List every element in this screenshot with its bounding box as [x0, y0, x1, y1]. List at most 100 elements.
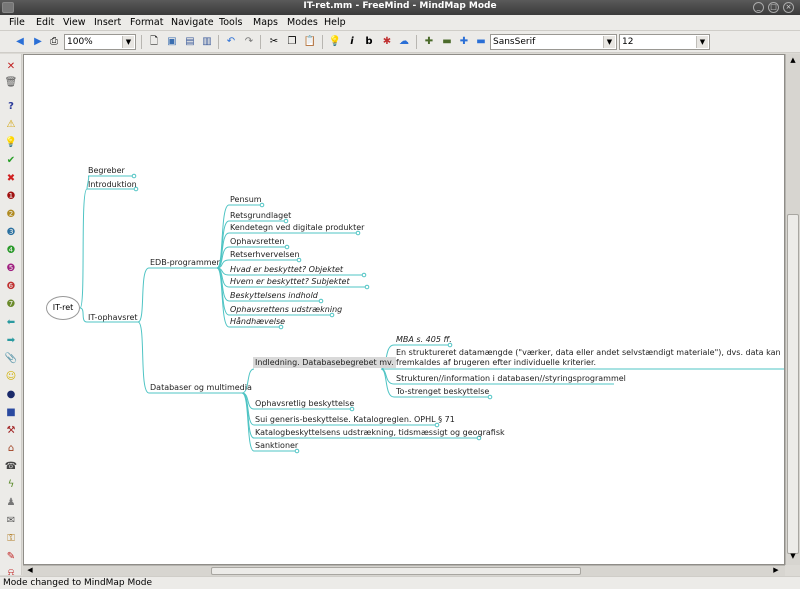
node-edb-child[interactable]: Retsgrundlaget: [230, 211, 291, 220]
paperclip-icon[interactable]: 📎: [4, 352, 18, 366]
color-icon[interactable]: ✱: [380, 35, 394, 49]
close-icon[interactable]: ×: [783, 2, 794, 13]
phone-icon[interactable]: ☎: [4, 460, 18, 474]
group-icon[interactable]: ♟: [4, 496, 18, 510]
menu-modes[interactable]: Modes: [287, 17, 318, 28]
menu-edit[interactable]: Edit: [36, 17, 54, 28]
node-edb-child[interactable]: Hvem er beskyttet? Subjektet: [230, 277, 350, 286]
bold-icon[interactable]: b: [362, 35, 376, 49]
cut-icon[interactable]: ✂: [267, 35, 281, 49]
home-icon[interactable]: ⌂: [4, 442, 18, 456]
zoom-in-icon[interactable]: ✚: [422, 35, 436, 49]
copy-icon[interactable]: ❐: [285, 35, 299, 49]
node-struktureret-line2[interactable]: fremkaldes af brugeren efter individuell…: [396, 358, 596, 367]
priority-3-icon[interactable]: ❸: [4, 226, 18, 240]
zoom-select[interactable]: 100% ▼: [64, 34, 136, 50]
save-icon[interactable]: ▤: [183, 35, 197, 49]
node-db-child[interactable]: Ophavsretlig beskyttelse: [255, 399, 354, 408]
font-family-select[interactable]: SansSerif ▼: [490, 34, 617, 50]
fold-marker[interactable]: [364, 284, 370, 290]
menu-insert[interactable]: Insert: [94, 17, 121, 28]
back-icon[interactable]: ◀: [13, 35, 27, 49]
remove-icon[interactable]: ✕: [4, 60, 18, 74]
checkmark-icon[interactable]: ✔: [4, 154, 18, 168]
priority-7-icon[interactable]: ❼: [4, 298, 18, 312]
node-edb-child[interactable]: Kendetegn ved digitale produkter: [230, 223, 364, 232]
fold-marker[interactable]: [318, 298, 324, 304]
node-struktureret-line1[interactable]: En struktureret datamængde ("værker, dat…: [396, 348, 781, 357]
node-introduktion[interactable]: Introduktion: [88, 180, 137, 189]
node-to-strenget[interactable]: To-strenget beskyttelse: [396, 387, 489, 396]
node-db-child[interactable]: Katalogbeskyttelsens udstrækning, tidsmæ…: [255, 428, 505, 437]
node-mba[interactable]: MBA s. 405 ff.: [396, 335, 452, 344]
priority-4-icon[interactable]: ❹: [4, 244, 18, 258]
undo-icon[interactable]: ↶: [224, 35, 238, 49]
font-size-select[interactable]: 12 ▼: [619, 34, 710, 50]
menu-maps[interactable]: Maps: [253, 17, 278, 28]
node-edb-child[interactable]: Hvad er beskyttet? Objektet: [230, 265, 343, 274]
priority-1-icon[interactable]: ❶: [4, 190, 18, 204]
paste-icon[interactable]: 📋: [303, 35, 317, 49]
fold-marker[interactable]: [284, 244, 290, 250]
print-icon[interactable]: ⎙: [47, 35, 61, 49]
smiley-icon[interactable]: ☺: [4, 370, 18, 384]
chevron-down-icon[interactable]: ▼: [696, 36, 708, 48]
idea-icon[interactable]: 💡: [4, 136, 18, 150]
cloud-icon[interactable]: ☁: [397, 35, 411, 49]
bomb-icon[interactable]: ●: [4, 388, 18, 402]
priority-2-icon[interactable]: ❷: [4, 208, 18, 222]
fold-marker[interactable]: [131, 173, 137, 179]
scroll-up-icon[interactable]: ▲: [788, 56, 798, 66]
cross-icon[interactable]: ✖: [4, 172, 18, 186]
horizontal-scrollbar[interactable]: ◀ ▶: [23, 565, 785, 576]
node-databaser[interactable]: Databaser og multimedia: [150, 383, 252, 392]
zoom-out-icon[interactable]: ▬: [440, 35, 454, 49]
node-begreber[interactable]: Begreber: [88, 166, 125, 175]
chevron-down-icon[interactable]: ▼: [603, 36, 615, 48]
flash-icon[interactable]: ϟ: [4, 478, 18, 492]
node-indledning-selected[interactable]: Indledning. Databasebegrebet mv.: [253, 357, 396, 368]
node-edb-child[interactable]: Retserhvervelsen: [230, 250, 300, 259]
menu-format[interactable]: Format: [130, 17, 163, 28]
mail-icon[interactable]: ✉: [4, 514, 18, 528]
node-edb-child[interactable]: Ophavsretten: [230, 237, 285, 246]
redo-icon[interactable]: ↷: [242, 35, 256, 49]
scroll-down-icon[interactable]: ▼: [788, 552, 798, 562]
root-node[interactable]: IT-ret: [46, 296, 80, 320]
menu-tools[interactable]: Tools: [219, 17, 242, 28]
node-edb-child[interactable]: Pensum: [230, 195, 262, 204]
question-icon[interactable]: ?: [4, 100, 18, 114]
vertical-scroll-thumb[interactable]: [787, 214, 799, 554]
node-db-child[interactable]: Sui generis-beskyttelse. Katalogreglen. …: [255, 415, 455, 424]
mindmap-canvas[interactable]: IT-ret Begreber Introduktion IT-ophavsre…: [23, 54, 785, 565]
node-edb-child[interactable]: Håndhævelse: [230, 317, 285, 326]
priority-6-icon[interactable]: ❻: [4, 280, 18, 294]
node-edb-child[interactable]: Beskyttelsens indhold: [230, 291, 318, 300]
node-it-ophavsret[interactable]: IT-ophavsret: [88, 313, 138, 322]
menu-help[interactable]: Help: [324, 17, 346, 28]
node-edb-child[interactable]: Ophavsrettens udstrækning: [230, 305, 342, 314]
lightbulb-icon[interactable]: 💡: [328, 35, 342, 49]
scroll-left-icon[interactable]: ◀: [25, 566, 35, 576]
node-db-child[interactable]: Sanktioner: [255, 441, 298, 450]
maximize-icon[interactable]: □: [768, 2, 779, 13]
forward-icon[interactable]: ▶: [31, 35, 45, 49]
menu-view[interactable]: View: [63, 17, 86, 28]
fold-marker[interactable]: [361, 272, 367, 278]
horizontal-scroll-thumb[interactable]: [211, 567, 581, 575]
new-file-icon[interactable]: 🗋: [147, 35, 161, 49]
pen-icon[interactable]: ✎: [4, 550, 18, 564]
decrease-icon[interactable]: ▬: [474, 35, 488, 49]
priority-5-icon[interactable]: ❺: [4, 262, 18, 276]
minimize-icon[interactable]: _: [753, 2, 764, 13]
arrow-right-icon[interactable]: ➡: [4, 334, 18, 348]
save-as-icon[interactable]: ▥: [200, 35, 214, 49]
key-icon[interactable]: ⚿: [4, 532, 18, 546]
trash-icon[interactable]: 🗑: [4, 76, 18, 90]
scroll-right-icon[interactable]: ▶: [771, 566, 781, 576]
node-strukturen[interactable]: Strukturen//information i databasen//sty…: [396, 374, 626, 383]
hammer-icon[interactable]: ⚒: [4, 424, 18, 438]
italic-icon[interactable]: i: [345, 35, 359, 49]
open-folder-icon[interactable]: ▣: [165, 35, 179, 49]
arrow-left-icon[interactable]: ⬅: [4, 316, 18, 330]
